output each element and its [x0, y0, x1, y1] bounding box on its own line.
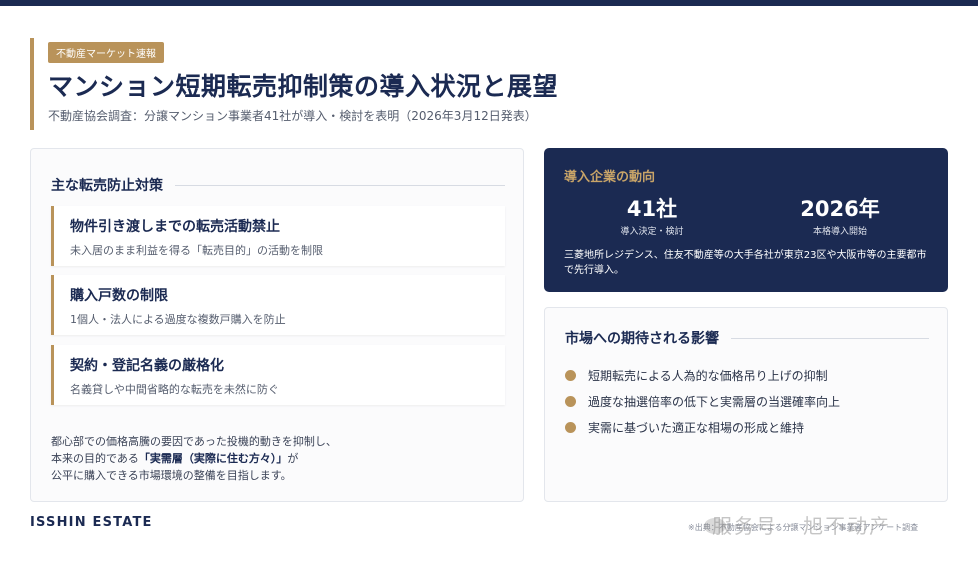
stat-label: 本格導入開始 — [812, 227, 867, 237]
summary-text: 本来の目的である — [51, 452, 139, 465]
watermark: 服务号 · 旭不动产 — [712, 514, 892, 538]
bullet-dot-icon — [565, 421, 576, 433]
measures-section-title: 主な転売防止対策 — [51, 175, 505, 195]
brand-logo-text: ISSHIN ESTATE — [30, 515, 153, 530]
measure-item-desc: 名義貸しや中間省略的な転売を未然に防ぐ — [70, 383, 279, 396]
measure-item-title: 購入戸数の制限 — [70, 288, 168, 304]
summary-emphasis: 「実需層（実際に住む方々）」 — [138, 452, 288, 465]
page-subtitle: 不動産協会調査：分譲マンション事業者41社が導入・検討を表明（2026年3月12… — [48, 109, 537, 123]
stat-value: 2026年 — [800, 197, 880, 221]
impact-title-text: 市場への期待される影響 — [565, 331, 719, 347]
measure-item-desc: 未入居のまま利益を得る「転売目的」の活動を制限 — [70, 244, 323, 257]
impact-section-title: 市場への期待される影響 — [565, 328, 929, 348]
bullet-dot-icon — [565, 369, 576, 381]
stat-year: 2026年 本格導入開始 — [770, 196, 910, 237]
trends-title: 導入企業の動向 — [564, 170, 656, 185]
impact-list: 短期転売による人為的な価格吊り上げの抑制 過度な抽選倍率の低下と実需層の当選確率… — [565, 362, 929, 440]
measure-item-title: 契約・登記名義の厳格化 — [70, 358, 224, 374]
page-title: マンション短期転売抑制策の導入状況と展望 — [48, 72, 559, 101]
measure-item: 物件引き渡しまでの転売活動禁止 未入居のまま利益を得る「転売目的」の活動を制限 — [51, 206, 505, 266]
list-item: 短期転売による人為的な価格吊り上げの抑制 — [565, 362, 929, 388]
summary-line: 公平に購入できる市場環境の整備を目指します。 — [51, 469, 292, 482]
trends-panel: 導入企業の動向 41社 導入決定・検討 2026年 本格導入開始 三菱地所レジデ… — [544, 148, 948, 292]
impact-text: 短期転売による人為的な価格吊り上げの抑制 — [588, 368, 828, 383]
list-item: 過度な抽選倍率の低下と実需層の当選確率向上 — [565, 388, 929, 414]
stat-label: 導入決定・検討 — [620, 227, 684, 237]
measure-item: 契約・登記名義の厳格化 名義貸しや中間省略的な転売を未然に防ぐ — [51, 345, 505, 405]
impact-text: 実需に基づいた適正な相場の形成と維持 — [588, 420, 805, 435]
stat-value: 41社 — [626, 197, 678, 221]
bullet-dot-icon — [565, 395, 576, 407]
section-divider — [731, 337, 929, 339]
measures-summary: 都心部での価格高騰の要因であった投機的動きを抑制し、 本来の目的である「実需層（… — [51, 433, 505, 484]
measure-item-desc: 1個人・法人による過度な複数戸購入を防止 — [70, 313, 286, 326]
measures-panel: 主な転売防止対策 物件引き渡しまでの転売活動禁止 未入居のまま利益を得る「転売目… — [30, 148, 524, 502]
stat-companies: 41社 導入決定・検討 — [582, 196, 722, 237]
section-divider — [175, 184, 505, 186]
page-header: 不動産マーケット速報 マンション短期転売抑制策の導入状況と展望 不動産協会調査：… — [30, 38, 930, 130]
measure-item: 購入戸数の制限 1個人・法人による過度な複数戸購入を防止 — [51, 275, 505, 335]
category-badge: 不動産マーケット速報 — [48, 42, 164, 63]
measure-item-title: 物件引き渡しまでの転売活動禁止 — [70, 219, 280, 235]
list-item: 実需に基づいた適正な相場の形成と維持 — [565, 414, 929, 440]
impact-panel: 市場への期待される影響 短期転売による人為的な価格吊り上げの抑制 過度な抽選倍率… — [544, 307, 948, 502]
summary-text: が — [287, 452, 299, 465]
summary-line: 都心部での価格高騰の要因であった投機的動きを抑制し、 — [51, 435, 337, 448]
summary-line: 本来の目的である「実需層（実際に住む方々）」が — [51, 450, 505, 467]
measures-title-text: 主な転売防止対策 — [51, 178, 163, 194]
top-accent-bar — [0, 0, 978, 6]
trends-note: 三菱地所レジデンス、住友不動産等の大手各社が東京23区や大阪市等の主要都市で先行… — [564, 250, 927, 276]
impact-text: 過度な抽選倍率の低下と実需層の当選確率向上 — [588, 394, 841, 409]
